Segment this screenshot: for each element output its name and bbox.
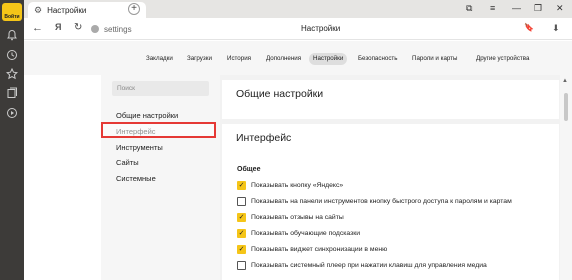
url-field[interactable]: settings bbox=[91, 22, 132, 36]
download-icon[interactable]: ⬇ bbox=[552, 23, 560, 34]
option-row[interactable]: ✓ Показывать отзывы на сайты bbox=[237, 212, 344, 222]
checkbox-unchecked[interactable] bbox=[237, 196, 246, 206]
option-label: Показывать виджет синхронизации в меню bbox=[251, 245, 388, 253]
interface-card: Интерфейс Общее ✓ Показывать кнопку «Янд… bbox=[222, 124, 559, 280]
sidebar-item-system[interactable]: Системные bbox=[116, 174, 156, 183]
collections-icon[interactable] bbox=[5, 86, 19, 100]
nav-tab-extensions[interactable]: Дополнения bbox=[262, 53, 305, 65]
close-window-icon[interactable]: ✕ bbox=[556, 3, 564, 14]
nav-tab-bookmarks[interactable]: Закладки bbox=[142, 53, 177, 65]
scroll-thumb[interactable] bbox=[564, 93, 568, 121]
option-row[interactable]: Показывать системный плеер при нажатии к… bbox=[237, 260, 487, 270]
option-row[interactable]: Показывать на панели инструментов кнопку… bbox=[237, 196, 512, 206]
play-icon[interactable] bbox=[5, 106, 19, 120]
pin-icon[interactable]: ⧉ bbox=[466, 3, 472, 14]
settings-content: Общие настройки Интерфейс Общее ✓ Показы… bbox=[220, 75, 560, 280]
general-settings-card: Общие настройки bbox=[222, 80, 559, 119]
option-label: Показывать обучающие подсказки bbox=[251, 229, 360, 237]
nav-tab-passwords[interactable]: Пароли и карты bbox=[408, 53, 461, 65]
checkbox-checked[interactable]: ✓ bbox=[237, 228, 246, 238]
back-button[interactable]: ← bbox=[32, 22, 43, 34]
checkbox-checked[interactable]: ✓ bbox=[237, 212, 246, 222]
option-row[interactable]: ✓ Показывать обучающие подсказки bbox=[237, 228, 360, 238]
site-info-icon[interactable] bbox=[91, 25, 99, 33]
scrollbar[interactable]: ▲ bbox=[560, 75, 572, 280]
selection-highlight bbox=[101, 122, 216, 138]
sidebar-item-sites[interactable]: Сайты bbox=[116, 158, 139, 167]
checkbox-checked[interactable]: ✓ bbox=[237, 244, 246, 254]
bell-icon[interactable] bbox=[5, 28, 19, 42]
sidebar-item-tools[interactable]: Инструменты bbox=[116, 143, 163, 152]
bookmark-icon[interactable]: 🔖 bbox=[524, 23, 534, 32]
minimize-icon[interactable]: — bbox=[512, 3, 521, 13]
checkbox-unchecked[interactable] bbox=[237, 260, 246, 270]
page-title: Настройки bbox=[301, 24, 341, 33]
gear-icon: ⚙ bbox=[34, 4, 43, 15]
option-label: Показывать системный плеер при нажатии к… bbox=[251, 261, 487, 269]
option-label: Показывать на панели инструментов кнопку… bbox=[251, 197, 512, 205]
address-bar: ← Я ↻ settings Настройки 🔖 ⬇ bbox=[24, 18, 572, 40]
nav-tab-devices[interactable]: Другие устройства bbox=[472, 53, 533, 65]
section-label-general: Общее bbox=[237, 166, 261, 173]
tab-title: Настройки bbox=[47, 5, 87, 15]
menu-icon[interactable]: ≡ bbox=[490, 3, 495, 13]
maximize-icon[interactable]: ❐ bbox=[534, 3, 542, 14]
history-icon[interactable] bbox=[5, 48, 19, 62]
checkbox-checked[interactable]: ✓ bbox=[237, 180, 246, 190]
search-input[interactable]: Поиск bbox=[112, 81, 209, 96]
settings-sidebar: Поиск Общие настройки Интерфейс Инструме… bbox=[101, 75, 220, 280]
nav-tab-security[interactable]: Безопасность bbox=[354, 53, 401, 65]
reload-icon[interactable]: ↻ bbox=[74, 22, 82, 33]
option-label: Показывать отзывы на сайты bbox=[251, 213, 344, 221]
interface-title: Интерфейс bbox=[236, 132, 292, 144]
url-text: settings bbox=[104, 24, 132, 34]
tab-bar: ⚙ Настройки ✕ + ⧉ ≡ — ❐ ✕ bbox=[24, 0, 572, 18]
option-label: Показывать кнопку «Яндекс» bbox=[251, 181, 344, 189]
star-icon[interactable] bbox=[5, 67, 19, 81]
general-settings-title: Общие настройки bbox=[236, 88, 324, 100]
nav-tab-history[interactable]: История bbox=[223, 53, 255, 65]
nav-tab-settings[interactable]: Настройки bbox=[309, 53, 348, 65]
yandex-icon[interactable]: Я bbox=[55, 22, 61, 32]
scroll-up-icon[interactable]: ▲ bbox=[562, 78, 568, 84]
app-sidebar: Войти bbox=[0, 0, 24, 280]
new-tab-button[interactable]: + bbox=[128, 3, 140, 15]
login-label: Войти bbox=[4, 14, 20, 20]
settings-nav: Закладки Загрузки История Дополнения Нас… bbox=[24, 41, 572, 75]
option-row[interactable]: ✓ Показывать кнопку «Яндекс» bbox=[237, 180, 343, 190]
option-row[interactable]: ✓ Показывать виджет синхронизации в меню bbox=[237, 244, 387, 254]
nav-tab-downloads[interactable]: Загрузки bbox=[183, 53, 216, 65]
yandex-logo[interactable]: Войти bbox=[2, 3, 22, 21]
sidebar-item-general[interactable]: Общие настройки bbox=[116, 111, 178, 120]
